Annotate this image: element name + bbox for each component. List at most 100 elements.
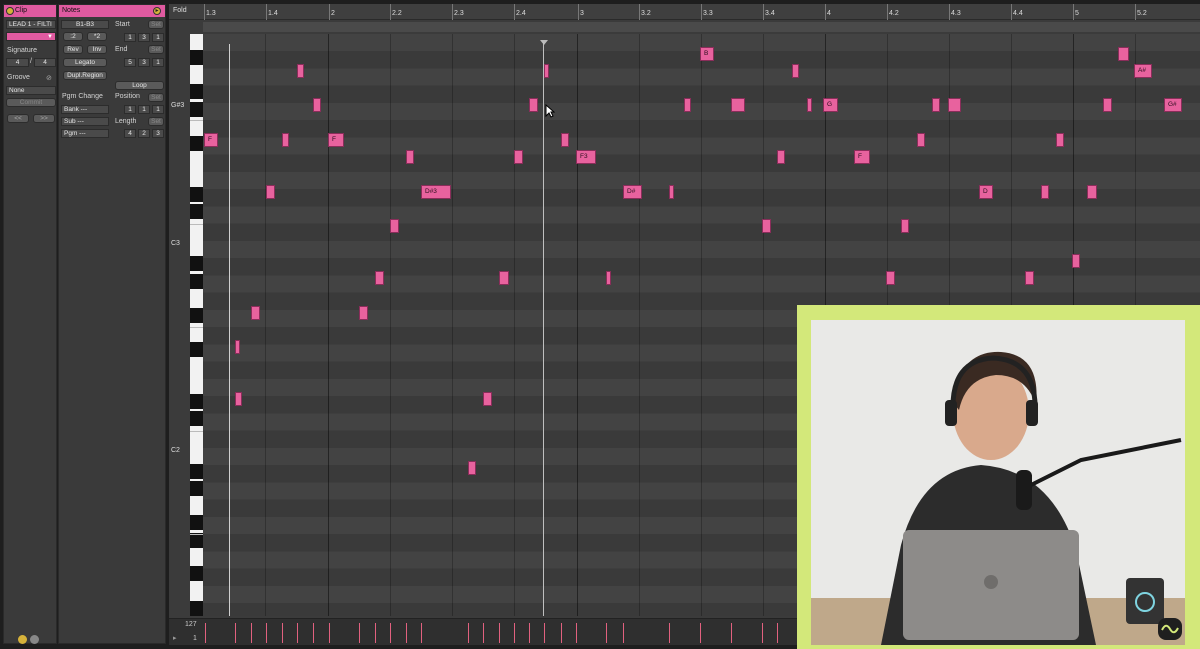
midi-note[interactable]: D# <box>623 185 642 199</box>
clip-name-field[interactable]: LEAD 1 - FILTI <box>6 20 56 29</box>
midi-note[interactable] <box>684 98 691 112</box>
midi-note[interactable] <box>886 271 895 285</box>
midi-note[interactable] <box>390 219 399 233</box>
midi-note[interactable] <box>561 133 569 147</box>
piano-keyboard[interactable] <box>190 34 203 616</box>
midi-note[interactable] <box>514 150 523 164</box>
midi-note[interactable]: F3 <box>576 150 596 164</box>
clip-start-marker[interactable] <box>229 44 230 616</box>
midi-note[interactable] <box>1056 133 1064 147</box>
midi-note[interactable] <box>251 306 260 320</box>
midi-note[interactable] <box>606 271 611 285</box>
midi-note[interactable] <box>1025 271 1034 285</box>
midi-icon[interactable] <box>18 635 27 644</box>
midi-note[interactable] <box>297 64 304 78</box>
midi-note[interactable]: D#3 <box>421 185 451 199</box>
note-range-field[interactable]: B1-B3 <box>61 20 109 29</box>
notes-info-icon[interactable]: ▸ <box>153 7 161 15</box>
midi-note[interactable] <box>1103 98 1112 112</box>
length-beat[interactable]: 2 <box>138 129 150 138</box>
midi-note[interactable] <box>1072 254 1080 268</box>
position-bar[interactable]: 1 <box>124 105 136 114</box>
midi-note[interactable] <box>901 219 909 233</box>
end-beat[interactable]: 3 <box>138 58 150 67</box>
groove-selector[interactable]: None <box>6 86 56 95</box>
halve-button[interactable]: :2 <box>63 32 83 41</box>
midi-note[interactable] <box>917 133 925 147</box>
midi-note[interactable] <box>359 306 368 320</box>
midi-note[interactable] <box>932 98 940 112</box>
nudge-forward-button[interactable]: >> <box>33 114 55 123</box>
settings-icon[interactable] <box>30 635 39 644</box>
end-sixteenth[interactable]: 1 <box>152 58 164 67</box>
signature-denominator[interactable]: 4 <box>34 58 56 67</box>
midi-note[interactable] <box>807 98 812 112</box>
midi-note[interactable] <box>375 271 384 285</box>
midi-note[interactable]: G# <box>1164 98 1182 112</box>
midi-note[interactable] <box>777 150 785 164</box>
midi-note[interactable]: F <box>204 133 218 147</box>
midi-note[interactable] <box>948 98 961 112</box>
legato-button[interactable]: Legato <box>63 58 107 67</box>
key-label-gsharp3: G#3 <box>171 102 185 109</box>
bank-field[interactable]: Bank --- <box>61 105 109 114</box>
nudge-back-button[interactable]: << <box>7 114 29 123</box>
midi-note[interactable] <box>762 219 771 233</box>
signature-numerator[interactable]: 4 <box>6 58 29 67</box>
midi-note[interactable] <box>529 98 538 112</box>
midi-note[interactable] <box>235 392 242 406</box>
length-set-button[interactable]: Set <box>148 117 164 126</box>
midi-note[interactable] <box>731 98 745 112</box>
length-bar[interactable]: 4 <box>124 129 136 138</box>
midi-note[interactable] <box>313 98 321 112</box>
ruler-tick: 3.2 <box>641 10 651 17</box>
invert-button[interactable]: Inv <box>87 45 107 54</box>
midi-note[interactable]: F <box>328 133 344 147</box>
midi-note[interactable] <box>235 340 240 354</box>
loop-button[interactable]: Loop <box>115 81 164 90</box>
midi-note[interactable] <box>544 64 549 78</box>
midi-note[interactable]: F <box>854 150 870 164</box>
clip-color-selector[interactable]: ▼ <box>6 32 56 41</box>
midi-note[interactable]: A# <box>1134 64 1152 78</box>
groove-hotswap-icon[interactable]: ⊘ <box>46 74 52 82</box>
start-set-button[interactable]: Set <box>148 20 164 29</box>
midi-note[interactable]: G <box>823 98 838 112</box>
midi-note[interactable]: B <box>700 47 714 61</box>
midi-note[interactable] <box>483 392 492 406</box>
midi-note[interactable] <box>282 133 289 147</box>
midi-note[interactable] <box>266 185 275 199</box>
position-beat[interactable]: 1 <box>138 105 150 114</box>
fold-button[interactable]: Fold <box>173 7 187 14</box>
brand-logo-icon <box>1158 618 1182 640</box>
commit-button[interactable]: Commit <box>6 98 56 107</box>
start-beat[interactable]: 3 <box>138 33 150 42</box>
sub-bank-field[interactable]: Sub --- <box>61 117 109 126</box>
midi-note[interactable] <box>499 271 509 285</box>
clip-panel-header[interactable]: Clip <box>4 5 56 17</box>
reverse-button[interactable]: Rev <box>63 45 83 54</box>
duplicate-region-button[interactable]: Dupl.Region <box>63 71 107 80</box>
midi-note[interactable]: D <box>979 185 993 199</box>
midi-note[interactable] <box>1118 47 1129 61</box>
start-sixteenth[interactable]: 1 <box>152 33 164 42</box>
program-field[interactable]: Pgm --- <box>61 129 109 138</box>
midi-note[interactable] <box>1087 185 1097 199</box>
notes-header-label: Notes <box>62 7 81 14</box>
position-sixteenth[interactable]: 1 <box>152 105 164 114</box>
loop-brace[interactable] <box>203 22 1200 32</box>
position-set-button[interactable]: Set <box>148 93 164 102</box>
beat-ruler[interactable]: Fold 1.3 1.4 2 2.2 2.3 2.4 3 3.2 3.3 3.4… <box>169 4 1200 20</box>
midi-note[interactable] <box>792 64 799 78</box>
clip-toggle-icon[interactable] <box>6 7 14 15</box>
midi-note[interactable] <box>669 185 674 199</box>
velocity-lane-toggle-icon[interactable]: ▸ <box>173 634 177 642</box>
start-bar[interactable]: 1 <box>124 33 136 42</box>
midi-note[interactable] <box>406 150 414 164</box>
double-button[interactable]: *2 <box>87 32 107 41</box>
end-bar[interactable]: 5 <box>124 58 136 67</box>
midi-note[interactable] <box>1041 185 1049 199</box>
end-set-button[interactable]: Set <box>148 45 164 54</box>
midi-note[interactable] <box>468 461 476 475</box>
length-sixteenth[interactable]: 3 <box>152 129 164 138</box>
